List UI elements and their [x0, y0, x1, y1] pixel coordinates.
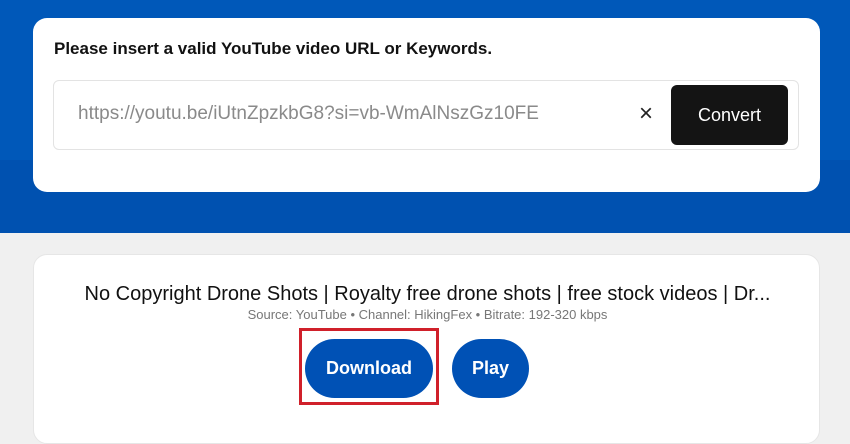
convert-button[interactable]: Convert — [671, 85, 788, 145]
download-button[interactable]: Download — [305, 339, 433, 398]
search-heading: Please insert a valid YouTube video URL … — [54, 39, 493, 58]
video-title: No Copyright Drone Shots | Royalty free … — [84, 283, 771, 305]
search-card: Please insert a valid YouTube video URL … — [33, 18, 820, 192]
url-input-box: × Convert — [53, 80, 799, 150]
video-meta: Source: YouTube • Channel: HikingFex • B… — [247, 307, 608, 322]
play-button[interactable]: Play — [452, 339, 529, 398]
url-input[interactable] — [78, 103, 598, 125]
clear-icon[interactable]: × — [634, 101, 658, 127]
result-card: No Copyright Drone Shots | Royalty free … — [33, 254, 820, 444]
